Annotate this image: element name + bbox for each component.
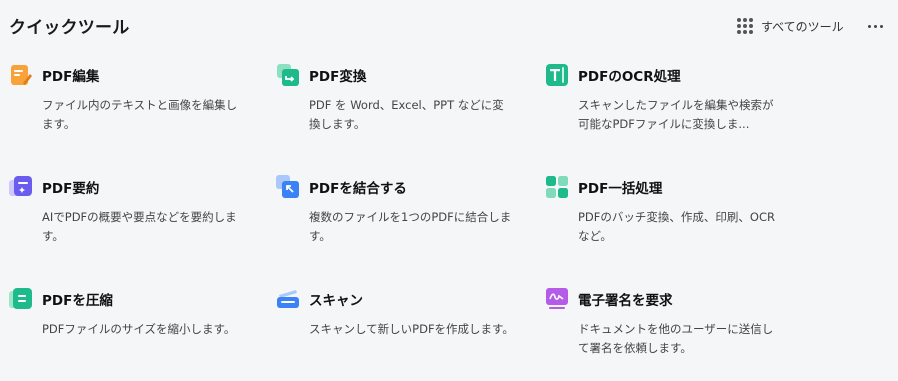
tool-description: スキャンしたファイルを編集や検索が可能なPDFファイルに変換しま... [578, 98, 774, 131]
header: クイックツール すべてのツール [0, 0, 898, 52]
tool-name: PDF要約 [42, 181, 100, 197]
compress-icon [9, 288, 32, 309]
tool-description: PDFファイルのサイズを縮小します。 [42, 322, 236, 336]
all-tools-button[interactable]: すべてのツール [737, 15, 844, 37]
tool-description: PDF を Word、Excel、PPT などに変換します。 [309, 98, 504, 131]
tool-description: スキャンして新しいPDFを作成します。 [309, 322, 514, 336]
tool-card-merge[interactable]: PDFを結合する 複数のファイルを1つのPDFに結合します。 [276, 175, 526, 275]
scan-icon [277, 290, 299, 308]
ocr-icon [546, 64, 568, 86]
tool-name: 電子署名を要求 [578, 293, 673, 309]
more-dots-icon [867, 24, 871, 28]
tool-card-compress[interactable]: PDFを圧縮 PDFファイルのサイズを縮小します。 [9, 287, 259, 381]
tool-description: ファイル内のテキストと画像を編集します。 [42, 98, 238, 131]
pdf-convert-icon [277, 64, 299, 86]
tool-name: PDFを圧縮 [42, 293, 113, 309]
tool-name: スキャン [309, 293, 363, 309]
batch-icon [546, 176, 568, 198]
tool-name: PDFのOCR処理 [578, 69, 681, 85]
more-options-button[interactable] [864, 15, 886, 37]
tool-card-batch[interactable]: PDF一括処理 PDFのバッチ変換、作成、印刷、OCRなど。 [545, 175, 795, 275]
tool-description: AIでPDFの概要や要点などを要約します。 [42, 210, 237, 243]
tool-name: PDF一括処理 [578, 181, 663, 197]
tool-description: PDFのバッチ変換、作成、印刷、OCRなど。 [578, 210, 775, 243]
tool-name: PDF変換 [309, 69, 367, 85]
tool-name: PDFを結合する [309, 181, 407, 197]
merge-icon [276, 175, 299, 198]
ai-summary-icon [9, 176, 32, 196]
tool-card-esign[interactable]: 電子署名を要求 ドキュメントを他のユーザーに送信して署名を依頼します。 [545, 287, 795, 381]
tool-card-pdf-summary[interactable]: PDF要約 AIでPDFの概要や要点などを要約します。 [9, 175, 259, 275]
grid-icon [737, 18, 753, 34]
esign-icon [546, 288, 568, 309]
pdf-edit-icon [11, 65, 32, 85]
all-tools-label: すべてのツール [761, 19, 844, 34]
tool-card-ocr[interactable]: PDFのOCR処理 スキャンしたファイルを編集や検索が可能なPDFファイルに変換… [545, 63, 795, 163]
page-title: クイックツール [9, 18, 130, 38]
tool-card-pdf-edit[interactable]: PDF編集 ファイル内のテキストと画像を編集します。 [9, 63, 259, 163]
tool-name: PDF編集 [42, 69, 100, 85]
tool-card-pdf-convert[interactable]: PDF変換 PDF を Word、Excel、PPT などに変換します。 [276, 63, 526, 163]
tool-description: ドキュメントを他のユーザーに送信して署名を依頼します。 [578, 322, 774, 355]
tool-card-scan[interactable]: スキャン スキャンして新しいPDFを作成します。 [276, 287, 526, 381]
tool-description: 複数のファイルを1つのPDFに結合します。 [309, 210, 512, 243]
